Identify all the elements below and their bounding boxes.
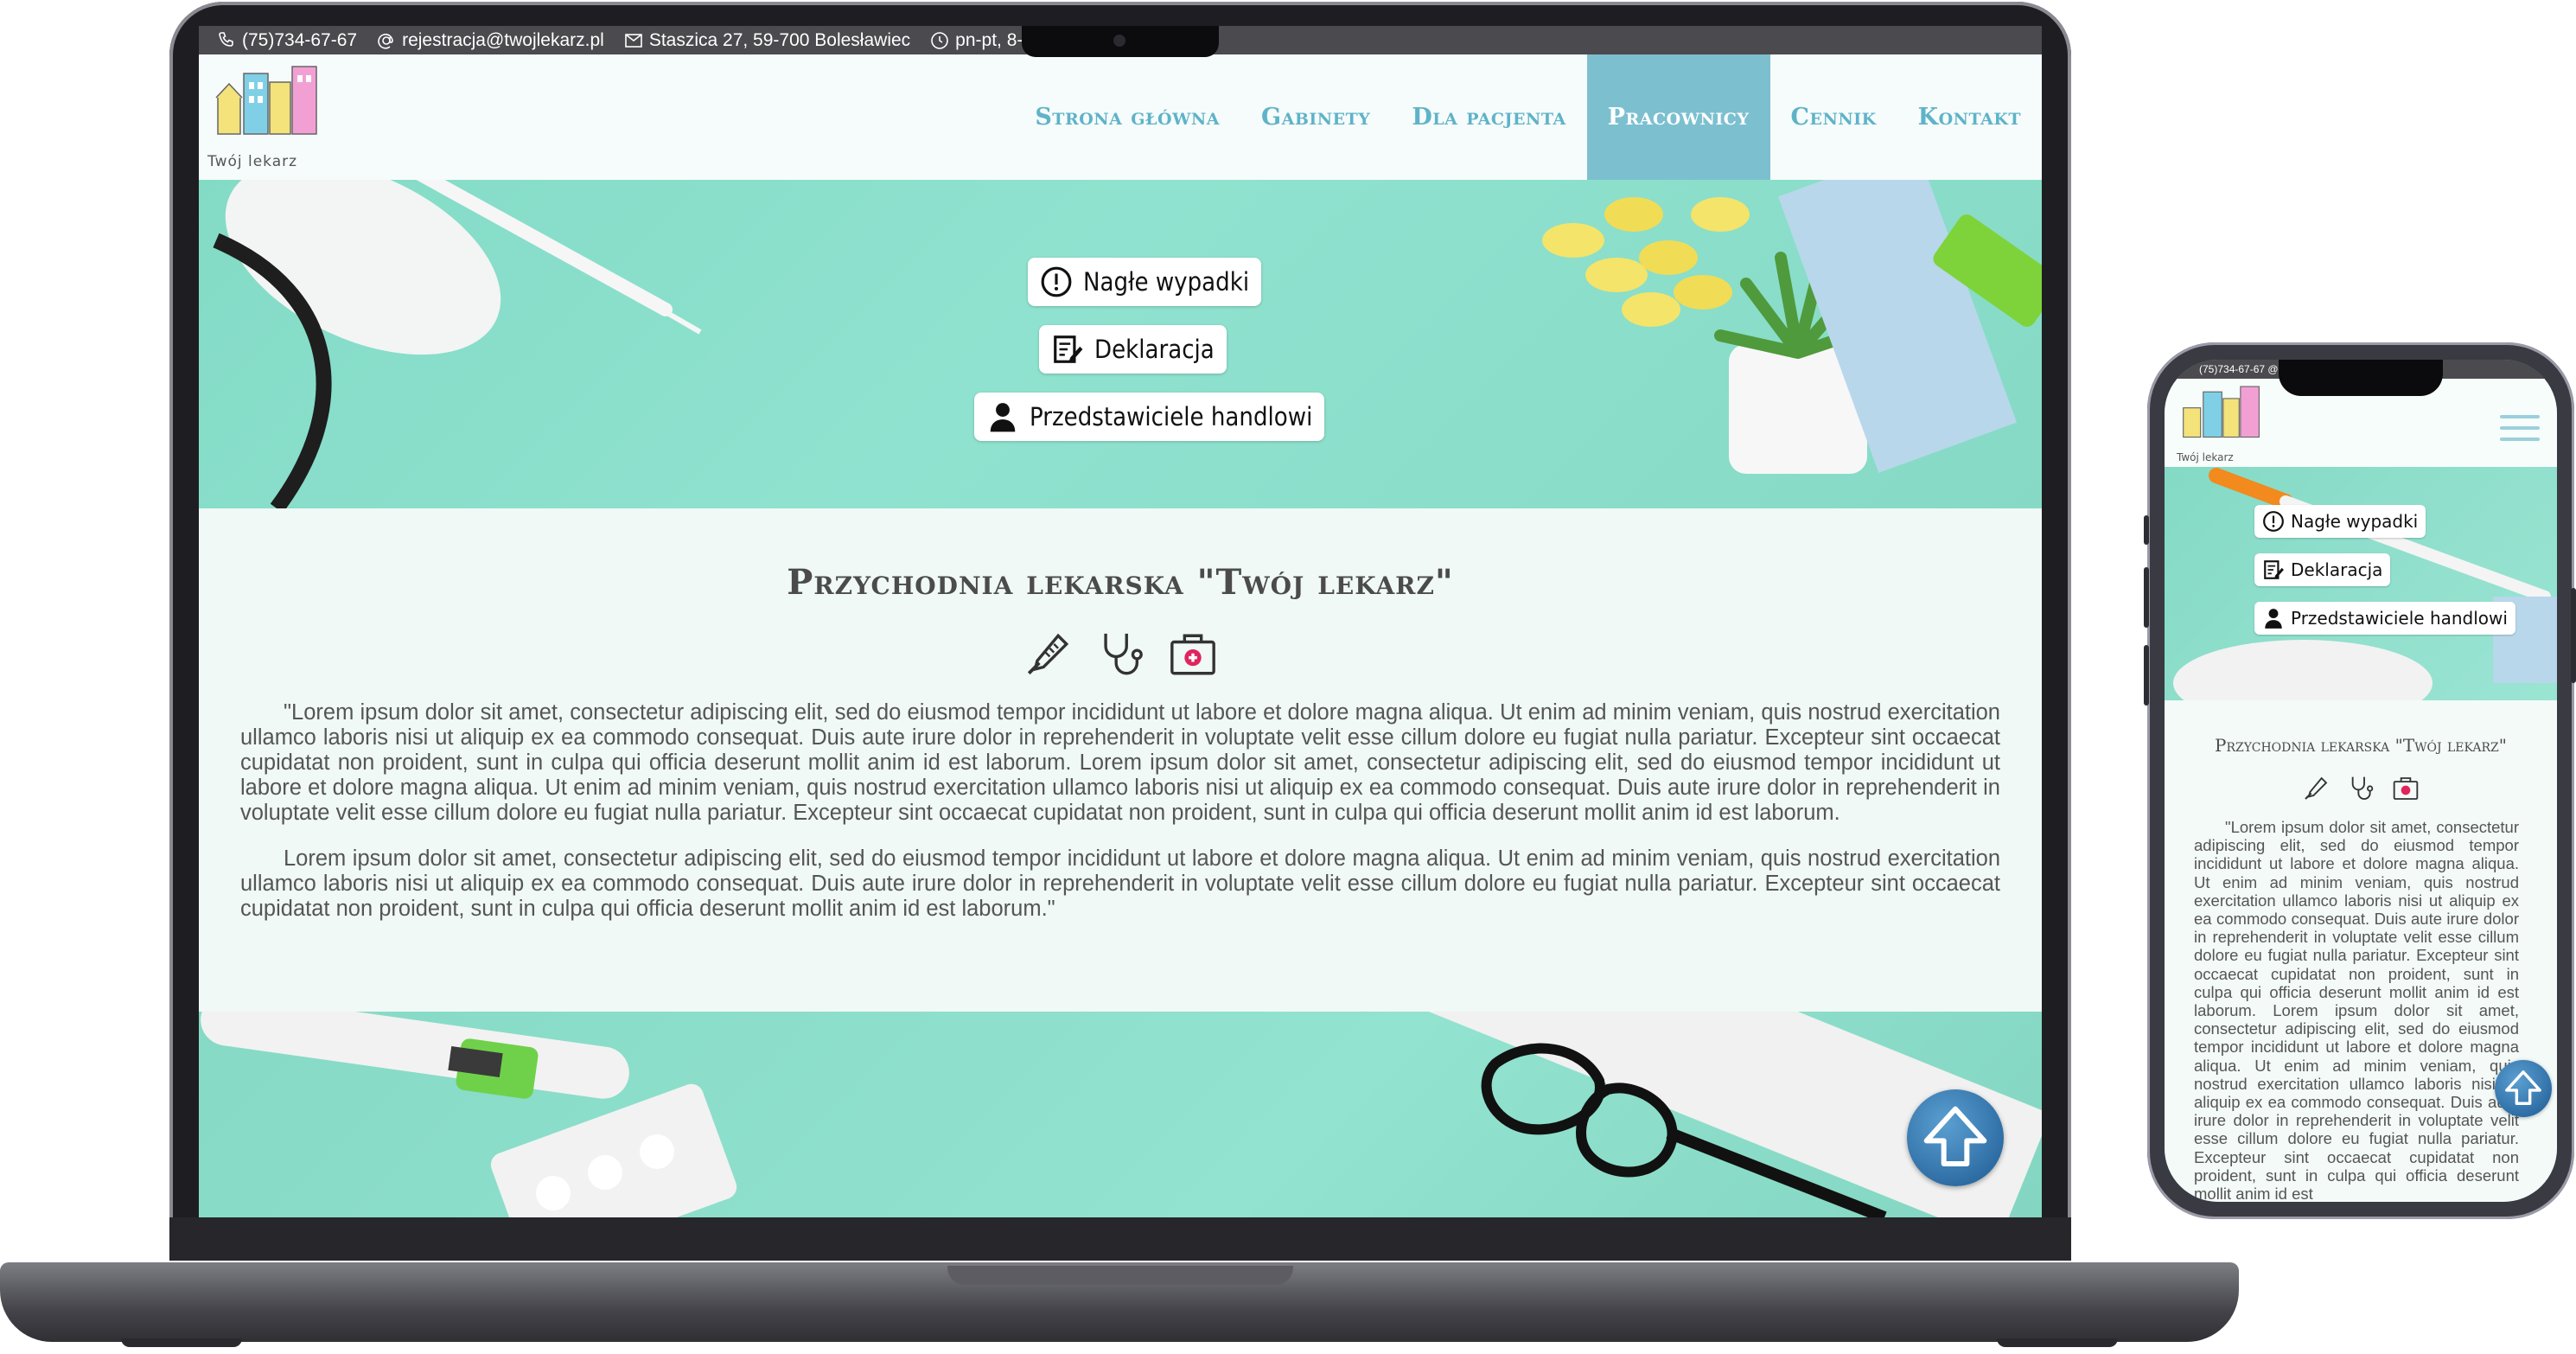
phone-logo-text: Twój lekarz [2177, 451, 2234, 463]
stethoscope-icon [2351, 776, 2374, 800]
laptop-screen: (75)734-67-67 rejestracja@twojlekarz.pl … [199, 26, 2042, 1217]
declaration-link-label: Deklaracja [1094, 335, 1215, 364]
phone-clinic-info-section: Przychodnia lekarska "Twój lekarz" "Lore… [2165, 700, 2557, 1202]
document-pen-icon [2264, 560, 2284, 579]
phone-screen: (75)734-67-67 @rejestracja 27, 59-700 Bo… [2165, 360, 2557, 1202]
exclamation-circle-icon [1041, 266, 1072, 297]
phone-button-volume-down [2144, 645, 2149, 706]
phone-button-volume-up [2144, 567, 2149, 628]
emergency-link-label: Nagłe wypadki [1083, 267, 1250, 297]
phone-button-power [2571, 588, 2576, 683]
phone-notch [2279, 360, 2443, 396]
arrow-up-icon [2505, 1070, 2541, 1105]
phone-sales-reps-link-label: Przedstawiciele handlowi [2291, 608, 2508, 629]
stethoscope-icon [1104, 633, 1143, 675]
main-nav: Strona główna Gabinety Dla pacjenta Prac… [1014, 54, 2042, 180]
camera-icon [1113, 35, 1125, 47]
hamburger-line [2500, 426, 2540, 430]
contact-address-text: Staszica 27, 59-700 Bolesławiec [648, 29, 911, 50]
thermometer-icon [1027, 633, 1069, 675]
phone-button-mute [2144, 515, 2149, 545]
scroll-to-top-button[interactable] [1907, 1089, 2004, 1186]
mockup-stage: (75)734-67-67 rejestracja@twojlekarz.pl … [0, 0, 2576, 1354]
declaration-link[interactable]: Deklaracja [1039, 325, 1227, 374]
nav-item-contact[interactable]: Kontakt [1897, 54, 2042, 180]
phone-clinic-description: "Lorem ipsum dolor sit amet, consectetur… [2194, 818, 2519, 1202]
footer-banner [199, 1012, 2042, 1217]
at-icon [378, 33, 393, 49]
clinic-info-section: Przychodnia lekarska "Twój lekarz" "Lore… [199, 508, 2042, 1012]
clinic-description-paragraph-2: Lorem ipsum dolor sit amet, consectetur … [240, 846, 2000, 921]
contact-email[interactable]: rejestracja@twojlekarz.pl [376, 30, 604, 51]
document-pen-icon [1054, 335, 1083, 363]
laptop-chin [169, 1217, 2071, 1261]
laptop-hinge-groove [947, 1266, 1293, 1285]
envelope-icon [625, 33, 642, 48]
nav-item-staff[interactable]: Pracownicy [1586, 54, 1770, 180]
person-icon [990, 403, 1016, 432]
phone-emergency-link[interactable]: Nagłe wypadki [2254, 505, 2426, 538]
laptop-notch [1022, 26, 1219, 57]
nav-item-for-patients[interactable]: Dla pacjenta [1391, 54, 1586, 180]
phone-emergency-link-label: Nagłe wypadki [2291, 511, 2419, 532]
contact-email-text: rejestracja@twojlekarz.pl [402, 29, 604, 50]
hamburger-line [2500, 415, 2540, 418]
contact-phone-text: (75)734-67-67 [242, 29, 358, 50]
contact-phone[interactable]: (75)734-67-67 [216, 30, 357, 51]
thermometer-icon [2305, 776, 2328, 800]
phone-logo-buildings-icon[interactable] [2177, 384, 2263, 453]
first-aid-kit-icon [1170, 634, 1215, 675]
nav-item-offices[interactable]: Gabinety [1240, 54, 1391, 180]
sales-reps-link[interactable]: Przedstawiciele handlowi [974, 393, 1325, 441]
footer-decor-image [201, 1012, 2042, 1217]
hamburger-menu-icon[interactable] [2500, 415, 2540, 441]
info-icon-row [199, 629, 2042, 680]
person-icon [2265, 609, 2282, 629]
phone-hero-banner: Nagłe wypadki Deklaracja Przedstawiciele… [2165, 467, 2557, 700]
phone-declaration-link[interactable]: Deklaracja [2254, 553, 2391, 586]
logo-text: Twój lekarz [207, 153, 298, 170]
phone-info-icon-row [2165, 775, 2557, 802]
phone-scroll-to-top-button[interactable] [2495, 1060, 2552, 1117]
clinic-description: "Lorem ipsum dolor sit amet, consectetur… [240, 700, 2000, 942]
sales-reps-link-label: Przedstawiciele handlowi [1030, 402, 1313, 431]
clinic-description-paragraph-1: "Lorem ipsum dolor sit amet, consectetur… [240, 700, 2000, 825]
hamburger-line [2500, 437, 2540, 441]
laptop-foot-right [1997, 1338, 2118, 1347]
clinic-title: Przychodnia lekarska "Twój lekarz" [787, 562, 1454, 603]
phone-clinic-title: Przychodnia lekarska "Twój lekarz" [2215, 735, 2507, 756]
arrow-up-icon [1923, 1106, 1987, 1166]
emergency-link[interactable]: Nagłe wypadki [1028, 258, 1262, 306]
phone-sales-reps-link[interactable]: Przedstawiciele handlowi [2254, 602, 2515, 635]
nav-item-pricing[interactable]: Cennik [1770, 54, 1897, 180]
site-header: Twój lekarz Strona główna Gabinety Dla p… [199, 54, 2042, 180]
phone-declaration-link-label: Deklaracja [2291, 559, 2383, 580]
phone-icon [219, 31, 233, 47]
contact-address: Staszica 27, 59-700 Bolesławiec [623, 30, 910, 51]
laptop-foot-left [121, 1338, 242, 1347]
exclamation-circle-icon [2263, 511, 2284, 532]
hero-banner: Nagłe wypadki Deklaracja Przedstawiciele… [199, 180, 2042, 508]
nav-item-home[interactable]: Strona główna [1014, 54, 1240, 180]
clock-icon [931, 31, 948, 49]
first-aid-kit-icon [2393, 777, 2419, 800]
